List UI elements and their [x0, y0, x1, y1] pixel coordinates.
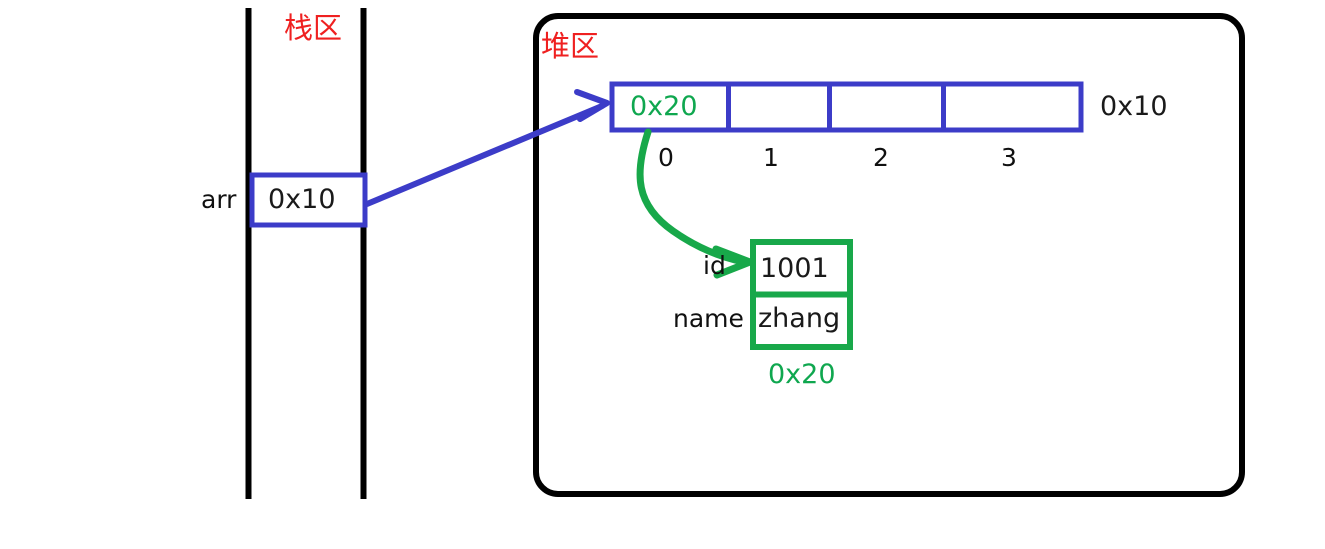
arrow-array-to-object	[636, 128, 754, 279]
array-address-label: 0x10	[1100, 91, 1168, 122]
heap-region-box	[533, 13, 1245, 497]
object-field-name-label: name	[673, 304, 744, 333]
stack-variable-name: arr	[201, 185, 237, 214]
array-index-1: 1	[763, 143, 779, 172]
object-field-name-value: zhang	[758, 303, 841, 334]
stack-variable-value: 0x10	[268, 184, 336, 215]
heap-region-title: 堆区	[541, 29, 600, 63]
array-cell-0-value: 0x20	[630, 91, 698, 122]
array-index-3: 3	[1001, 143, 1017, 172]
object-field-id-value: 1001	[760, 253, 829, 284]
diagram-canvas: 栈区 arr 0x10 堆区 0x20 0x10 0 1 2 3 id 1001…	[0, 0, 1325, 549]
object-address-label: 0x20	[768, 359, 836, 390]
arrow-arr-to-array	[364, 89, 610, 207]
array-index-2: 2	[873, 143, 889, 172]
object-field-id-label: id	[703, 251, 726, 280]
diagram-vector-layer	[245, 8, 1245, 499]
stack-region-title: 栈区	[284, 11, 343, 45]
array-index-0: 0	[658, 143, 674, 172]
